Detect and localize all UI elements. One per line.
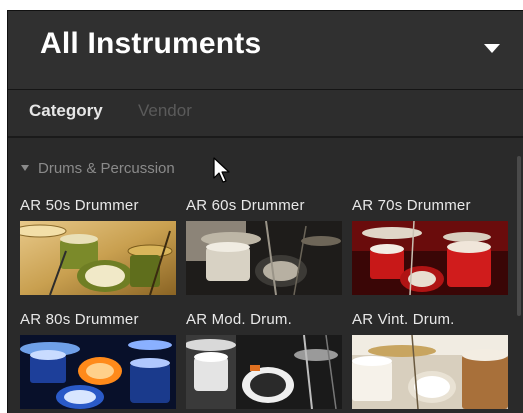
instrument-thumbnail[interactable] [352,335,508,409]
instrument-thumbnail[interactable] [20,221,176,295]
instrument-tile-ar-80s-drummer[interactable]: AR 80s Drummer [20,310,176,409]
section-label: Drums & Percussion [38,159,175,177]
instrument-browser: All Instruments Category Vendor Drums & … [7,10,523,413]
section-header-drums[interactable]: Drums & Percussion [21,159,175,177]
instrument-label: AR Vint. Drum. [352,311,455,328]
instrument-thumbnail[interactable] [20,335,176,409]
instrument-label: AR 80s Drummer [20,311,139,328]
instrument-label: AR 70s Drummer [352,197,471,214]
instrument-tile-ar-50s-drummer[interactable]: AR 50s Drummer [20,196,176,295]
instrument-label: AR Mod. Drum. [186,311,292,328]
browser-header[interactable]: All Instruments [8,11,523,90]
instrument-label: AR 50s Drummer [20,197,139,214]
browser-title[interactable]: All Instruments [40,27,261,61]
tab-vendor[interactable]: Vendor [138,101,192,121]
tab-category[interactable]: Category [29,101,103,121]
instrument-thumbnail[interactable] [186,335,342,409]
instrument-tile-ar-mod-drum[interactable]: AR Mod. Drum. [186,310,342,409]
filter-tabs: Category Vendor [8,90,523,138]
triangle-down-icon[interactable] [21,165,29,171]
instrument-tile-ar-60s-drummer[interactable]: AR 60s Drummer [186,196,342,295]
results-list: Drums & Percussion AR 50s Drummer AR 60s… [8,138,523,413]
chevron-down-icon[interactable] [484,44,500,53]
instrument-thumbnail[interactable] [186,221,342,295]
mouse-pointer-icon [213,157,230,183]
scrollbar[interactable] [517,156,521,316]
instrument-label: AR 60s Drummer [186,197,305,214]
instrument-thumbnail[interactable] [352,221,508,295]
instrument-tile-ar-vint-drum[interactable]: AR Vint. Drum. [352,310,508,409]
instrument-tile-ar-70s-drummer[interactable]: AR 70s Drummer [352,196,508,295]
